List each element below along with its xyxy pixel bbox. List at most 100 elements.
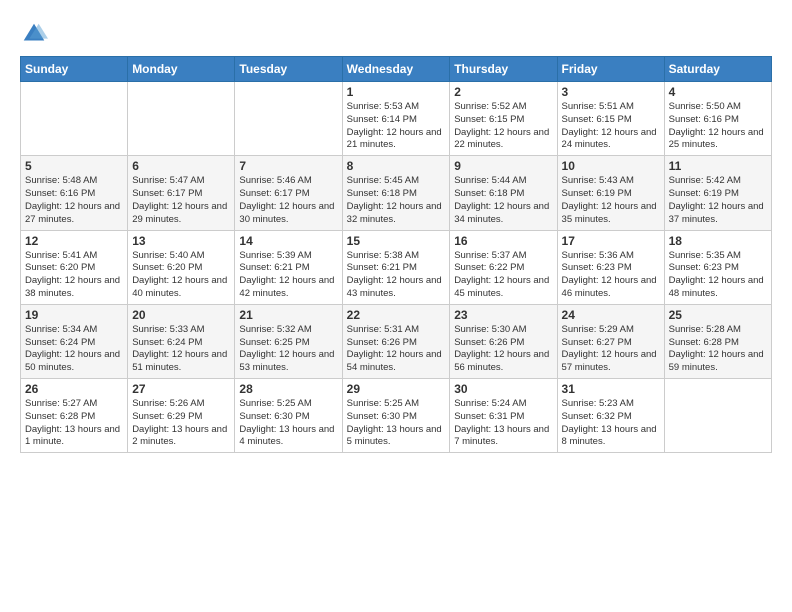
- logo-icon: [20, 20, 48, 48]
- day-of-week-header: Wednesday: [342, 57, 450, 82]
- calendar-week-row: 19Sunrise: 5:34 AM Sunset: 6:24 PM Dayli…: [21, 304, 772, 378]
- day-info: Sunrise: 5:52 AM Sunset: 6:15 PM Dayligh…: [454, 101, 552, 152]
- day-info: Sunrise: 5:50 AM Sunset: 6:16 PM Dayligh…: [669, 101, 767, 152]
- day-number: 13: [132, 234, 230, 248]
- day-of-week-header: Sunday: [21, 57, 128, 82]
- day-info: Sunrise: 5:36 AM Sunset: 6:23 PM Dayligh…: [562, 250, 660, 301]
- calendar-cell: 1 Sunrise: 5:53 AM Sunset: 6:14 PM Daylig…: [342, 82, 450, 156]
- day-number: 5: [25, 159, 123, 173]
- calendar-cell: 23 Sunrise: 5:30 AM Sunset: 6:26 PM Dayli…: [450, 304, 557, 378]
- day-number: 17: [562, 234, 660, 248]
- calendar-header-row: SundayMondayTuesdayWednesdayThursdayFrid…: [21, 57, 772, 82]
- day-info: Sunrise: 5:24 AM Sunset: 6:31 PM Dayligh…: [454, 398, 552, 449]
- day-number: 30: [454, 382, 552, 396]
- calendar-cell: 9Sunrise: 5:44 AM Sunset: 6:18 PM Daylig…: [450, 156, 557, 230]
- day-info: Sunrise: 5:31 AM Sunset: 6:26 PM Dayligh…: [347, 324, 446, 375]
- day-number: 2: [454, 85, 552, 99]
- calendar-cell: 28 Sunrise: 5:25 AM Sunset: 6:30 PM Dayli…: [235, 379, 342, 453]
- day-number: 18: [669, 234, 767, 248]
- day-number: 27: [132, 382, 230, 396]
- day-of-week-header: Tuesday: [235, 57, 342, 82]
- day-number: 4: [669, 85, 767, 99]
- day-number: 10: [562, 159, 660, 173]
- day-info: Sunrise: 5:51 AM Sunset: 6:15 PM Dayligh…: [562, 101, 660, 152]
- calendar-cell: [128, 82, 235, 156]
- calendar-table: SundayMondayTuesdayWednesdayThursdayFrid…: [20, 56, 772, 453]
- calendar-cell: 13 Sunrise: 5:40 AM Sunset: 6:20 PM Dayli…: [128, 230, 235, 304]
- day-info: Sunrise: 5:45 AM Sunset: 6:18 PM Dayligh…: [347, 175, 446, 226]
- day-number: 14: [239, 234, 337, 248]
- day-number: 9: [454, 159, 552, 173]
- calendar-week-row: 5 Sunrise: 5:48 AM Sunset: 6:16 PM Daylig…: [21, 156, 772, 230]
- calendar-cell: 19Sunrise: 5:34 AM Sunset: 6:24 PM Dayli…: [21, 304, 128, 378]
- day-info: Sunrise: 5:29 AM Sunset: 6:27 PM Dayligh…: [562, 324, 660, 375]
- day-info: Sunrise: 5:26 AM Sunset: 6:29 PM Dayligh…: [132, 398, 230, 449]
- calendar-cell: 12 Sunrise: 5:41 AM Sunset: 6:20 PM Dayli…: [21, 230, 128, 304]
- day-number: 25: [669, 308, 767, 322]
- day-number: 23: [454, 308, 552, 322]
- calendar-cell: 5 Sunrise: 5:48 AM Sunset: 6:16 PM Daylig…: [21, 156, 128, 230]
- day-number: 3: [562, 85, 660, 99]
- day-info: Sunrise: 5:33 AM Sunset: 6:24 PM Dayligh…: [132, 324, 230, 375]
- calendar-cell: 14 Sunrise: 5:39 AM Sunset: 6:21 PM Dayli…: [235, 230, 342, 304]
- calendar-cell: [664, 379, 771, 453]
- calendar-cell: [235, 82, 342, 156]
- day-number: 12: [25, 234, 123, 248]
- calendar-cell: 30 Sunrise: 5:24 AM Sunset: 6:31 PM Dayli…: [450, 379, 557, 453]
- calendar-cell: 11 Sunrise: 5:42 AM Sunset: 6:19 PM Dayli…: [664, 156, 771, 230]
- day-info: Sunrise: 5:42 AM Sunset: 6:19 PM Dayligh…: [669, 175, 767, 226]
- logo: [20, 20, 52, 48]
- day-number: 6: [132, 159, 230, 173]
- day-number: 1: [347, 85, 446, 99]
- day-info: Sunrise: 5:25 AM Sunset: 6:30 PM Dayligh…: [347, 398, 446, 449]
- day-number: 28: [239, 382, 337, 396]
- calendar-week-row: 26Sunrise: 5:27 AM Sunset: 6:28 PM Dayli…: [21, 379, 772, 453]
- day-info: Sunrise: 5:32 AM Sunset: 6:25 PM Dayligh…: [239, 324, 337, 375]
- day-number: 15: [347, 234, 446, 248]
- calendar-cell: 31Sunrise: 5:23 AM Sunset: 6:32 PM Dayli…: [557, 379, 664, 453]
- calendar-cell: 26Sunrise: 5:27 AM Sunset: 6:28 PM Dayli…: [21, 379, 128, 453]
- calendar-cell: 6Sunrise: 5:47 AM Sunset: 6:17 PM Daylig…: [128, 156, 235, 230]
- day-info: Sunrise: 5:48 AM Sunset: 6:16 PM Dayligh…: [25, 175, 123, 226]
- calendar-cell: 29 Sunrise: 5:25 AM Sunset: 6:30 PM Dayli…: [342, 379, 450, 453]
- day-info: Sunrise: 5:46 AM Sunset: 6:17 PM Dayligh…: [239, 175, 337, 226]
- calendar-week-row: 12 Sunrise: 5:41 AM Sunset: 6:20 PM Dayli…: [21, 230, 772, 304]
- day-number: 24: [562, 308, 660, 322]
- day-number: 29: [347, 382, 446, 396]
- day-info: Sunrise: 5:35 AM Sunset: 6:23 PM Dayligh…: [669, 250, 767, 301]
- day-info: Sunrise: 5:38 AM Sunset: 6:21 PM Dayligh…: [347, 250, 446, 301]
- calendar-cell: 25 Sunrise: 5:28 AM Sunset: 6:28 PM Dayli…: [664, 304, 771, 378]
- day-info: Sunrise: 5:37 AM Sunset: 6:22 PM Dayligh…: [454, 250, 552, 301]
- day-number: 7: [239, 159, 337, 173]
- calendar-cell: 8Sunrise: 5:45 AM Sunset: 6:18 PM Daylig…: [342, 156, 450, 230]
- day-info: Sunrise: 5:40 AM Sunset: 6:20 PM Dayligh…: [132, 250, 230, 301]
- calendar-cell: 7 Sunrise: 5:46 AM Sunset: 6:17 PM Daylig…: [235, 156, 342, 230]
- day-number: 31: [562, 382, 660, 396]
- day-number: 21: [239, 308, 337, 322]
- day-of-week-header: Monday: [128, 57, 235, 82]
- day-info: Sunrise: 5:25 AM Sunset: 6:30 PM Dayligh…: [239, 398, 337, 449]
- day-of-week-header: Saturday: [664, 57, 771, 82]
- calendar-cell: 4 Sunrise: 5:50 AM Sunset: 6:16 PM Daylig…: [664, 82, 771, 156]
- day-of-week-header: Friday: [557, 57, 664, 82]
- calendar-cell: 18 Sunrise: 5:35 AM Sunset: 6:23 PM Dayli…: [664, 230, 771, 304]
- day-info: Sunrise: 5:53 AM Sunset: 6:14 PM Dayligh…: [347, 101, 446, 152]
- calendar-cell: [21, 82, 128, 156]
- day-info: Sunrise: 5:39 AM Sunset: 6:21 PM Dayligh…: [239, 250, 337, 301]
- calendar-cell: 3 Sunrise: 5:51 AM Sunset: 6:15 PM Daylig…: [557, 82, 664, 156]
- calendar-cell: 17 Sunrise: 5:36 AM Sunset: 6:23 PM Dayli…: [557, 230, 664, 304]
- day-info: Sunrise: 5:27 AM Sunset: 6:28 PM Dayligh…: [25, 398, 123, 449]
- day-info: Sunrise: 5:41 AM Sunset: 6:20 PM Dayligh…: [25, 250, 123, 301]
- day-number: 11: [669, 159, 767, 173]
- day-info: Sunrise: 5:30 AM Sunset: 6:26 PM Dayligh…: [454, 324, 552, 375]
- day-of-week-header: Thursday: [450, 57, 557, 82]
- calendar-cell: 24 Sunrise: 5:29 AM Sunset: 6:27 PM Dayli…: [557, 304, 664, 378]
- calendar-week-row: 1 Sunrise: 5:53 AM Sunset: 6:14 PM Daylig…: [21, 82, 772, 156]
- calendar-cell: 21 Sunrise: 5:32 AM Sunset: 6:25 PM Dayli…: [235, 304, 342, 378]
- day-number: 22: [347, 308, 446, 322]
- calendar-cell: 10Sunrise: 5:43 AM Sunset: 6:19 PM Dayli…: [557, 156, 664, 230]
- day-number: 20: [132, 308, 230, 322]
- day-info: Sunrise: 5:28 AM Sunset: 6:28 PM Dayligh…: [669, 324, 767, 375]
- calendar-cell: 22 Sunrise: 5:31 AM Sunset: 6:26 PM Dayli…: [342, 304, 450, 378]
- calendar-cell: 16Sunrise: 5:37 AM Sunset: 6:22 PM Dayli…: [450, 230, 557, 304]
